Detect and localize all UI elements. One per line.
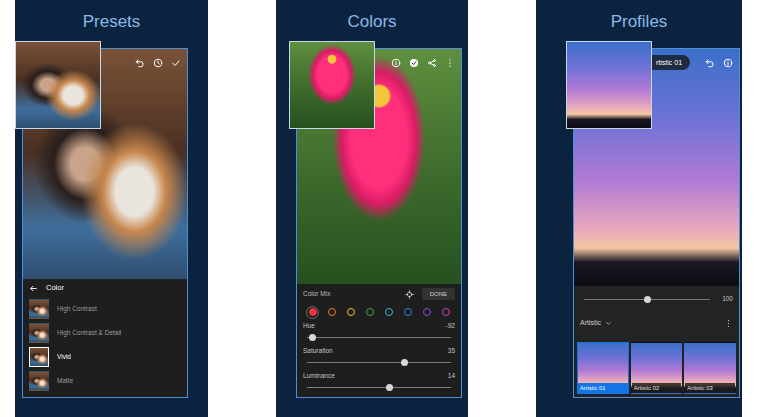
swatch-dot — [328, 308, 336, 316]
group-dropdown[interactable]: Artistic — [580, 318, 612, 329]
amount-track[interactable] — [584, 299, 710, 300]
slider-track[interactable] — [307, 362, 451, 363]
presets-screen: PresetsColorHigh ContrastHigh Contrast &… — [15, 0, 208, 417]
color-mix-header: Color Mix DONE — [297, 284, 461, 304]
profile-group-row: Artistic — [574, 312, 739, 334]
color-swatch[interactable] — [402, 307, 413, 318]
back-arrow-icon[interactable] — [29, 284, 38, 293]
slider-label: Hue — [303, 322, 315, 331]
caret-down-icon — [605, 320, 612, 327]
colors-phone: Color Mix DONE Hue -92 Saturation 35 Luminance… — [296, 48, 462, 398]
profile-thumbnail[interactable]: Artistic 01 — [577, 342, 629, 394]
before-thumbnail — [289, 41, 375, 129]
preset-item[interactable]: Matte — [23, 369, 187, 393]
profile-thumbnail[interactable]: Artistic 02 — [631, 342, 683, 394]
slider-track[interactable] — [307, 337, 451, 338]
header-actions: DONE — [405, 288, 455, 300]
color-swatch[interactable] — [421, 307, 432, 318]
swatch-dot — [309, 308, 317, 316]
preset-item[interactable]: High Contrast & Detail — [23, 321, 187, 345]
done-button[interactable]: DONE — [422, 288, 455, 300]
more-icon[interactable] — [724, 319, 733, 328]
color-swatch[interactable] — [307, 307, 318, 318]
category-title: Color — [46, 282, 64, 293]
slider-thumb[interactable] — [401, 359, 408, 366]
presets-phone: Color High Contrast High Contrast & Detail… — [22, 48, 188, 398]
target-adjust-icon[interactable] — [405, 290, 414, 299]
slider-reading: -92 — [446, 322, 455, 331]
color-swatch[interactable] — [364, 307, 375, 318]
slider-header: Luminance 14 — [303, 372, 455, 381]
slider-row: Saturation 35 — [297, 345, 461, 370]
done-check-icon[interactable] — [409, 58, 419, 68]
profile-thumbnail[interactable]: Artistic 03 — [684, 342, 736, 394]
more-icon[interactable] — [445, 58, 455, 68]
profile-label: Artistic 03 — [685, 383, 735, 393]
swatch-dot — [423, 308, 431, 316]
swatch-dot — [385, 308, 393, 316]
slider-row: Hue -92 — [297, 320, 461, 345]
info-icon[interactable] — [723, 58, 733, 68]
preset-item[interactable]: High Contrast — [23, 297, 187, 321]
profile-label: Artistic 01 — [578, 383, 628, 393]
history-icon[interactable] — [153, 58, 163, 68]
colors-screen: ColorsColor MixDONEHue-92Saturation35Lum… — [276, 0, 468, 417]
list-header: Color — [23, 279, 187, 297]
toolbar — [705, 58, 733, 68]
slider-reading: 14 — [448, 372, 455, 381]
slider-label: Saturation — [303, 347, 333, 356]
color-swatches — [297, 304, 461, 320]
preset-label: Vivid — [57, 353, 71, 361]
before-thumbnail — [566, 41, 652, 129]
slider-label: Luminance — [303, 372, 335, 381]
swatch-dot — [404, 308, 412, 316]
slider-header: Saturation 35 — [303, 347, 455, 356]
slider-thumb[interactable] — [309, 334, 316, 341]
amount-thumb[interactable] — [644, 296, 651, 303]
preset-thumbnail — [29, 371, 49, 391]
color-swatch[interactable] — [440, 307, 451, 318]
toolbar — [391, 58, 455, 68]
color-swatch[interactable] — [326, 307, 337, 318]
slider-reading: 35 — [448, 347, 455, 356]
info-icon[interactable] — [391, 58, 401, 68]
profile-name: rtistic 01 — [652, 55, 690, 70]
amount-row: 100 — [574, 286, 739, 312]
profile-thumbnails: Artistic 01 Artistic 02Artistic 03 — [574, 342, 739, 397]
check-icon[interactable] — [171, 58, 181, 68]
preset-label: High Contrast & Detail — [57, 329, 121, 337]
share-icon[interactable] — [427, 58, 437, 68]
slider-row: Luminance 14 — [297, 370, 461, 395]
slider-thumb[interactable] — [386, 384, 393, 391]
swatch-dot — [366, 308, 374, 316]
undo-icon[interactable] — [705, 58, 715, 68]
profile-panel: 100 Artistic Artistic 01 Artistic 02Artisti… — [574, 286, 739, 397]
swatch-dot — [442, 308, 450, 316]
amount-reading: 100 — [722, 294, 733, 304]
preset-thumbnail — [29, 347, 49, 367]
preset-label: High Contrast — [57, 305, 97, 313]
preset-thumbnail — [29, 299, 49, 319]
toolbar — [135, 58, 181, 68]
group-label: Artistic — [580, 318, 601, 329]
panel-title: Color Mix — [303, 289, 330, 299]
profile-label: Artistic 02 — [632, 383, 682, 393]
preset-list: Color High Contrast High Contrast & Detail… — [23, 279, 187, 397]
profiles-phone: rtistic 01100ArtisticArtistic 01Artistic… — [573, 48, 740, 398]
swatch-dot — [347, 308, 355, 316]
preset-label: Matte — [57, 377, 73, 385]
preset-item[interactable]: Vivid — [23, 345, 187, 369]
color-swatch[interactable] — [345, 307, 356, 318]
slider-track[interactable] — [307, 387, 451, 388]
slider-header: Hue -92 — [303, 322, 455, 331]
undo-icon[interactable] — [135, 58, 145, 68]
color-mix-panel: Color Mix DONE Hue -92 Saturation 35 Luminance… — [297, 284, 461, 397]
profiles-screen: Profilesrtistic 01100ArtisticArtistic 01… — [536, 0, 742, 417]
preset-thumbnail — [29, 323, 49, 343]
color-swatch[interactable] — [383, 307, 394, 318]
before-thumbnail — [15, 41, 101, 129]
promo-strip: PresetsColorHigh ContrastHigh Contrast &… — [0, 0, 760, 417]
